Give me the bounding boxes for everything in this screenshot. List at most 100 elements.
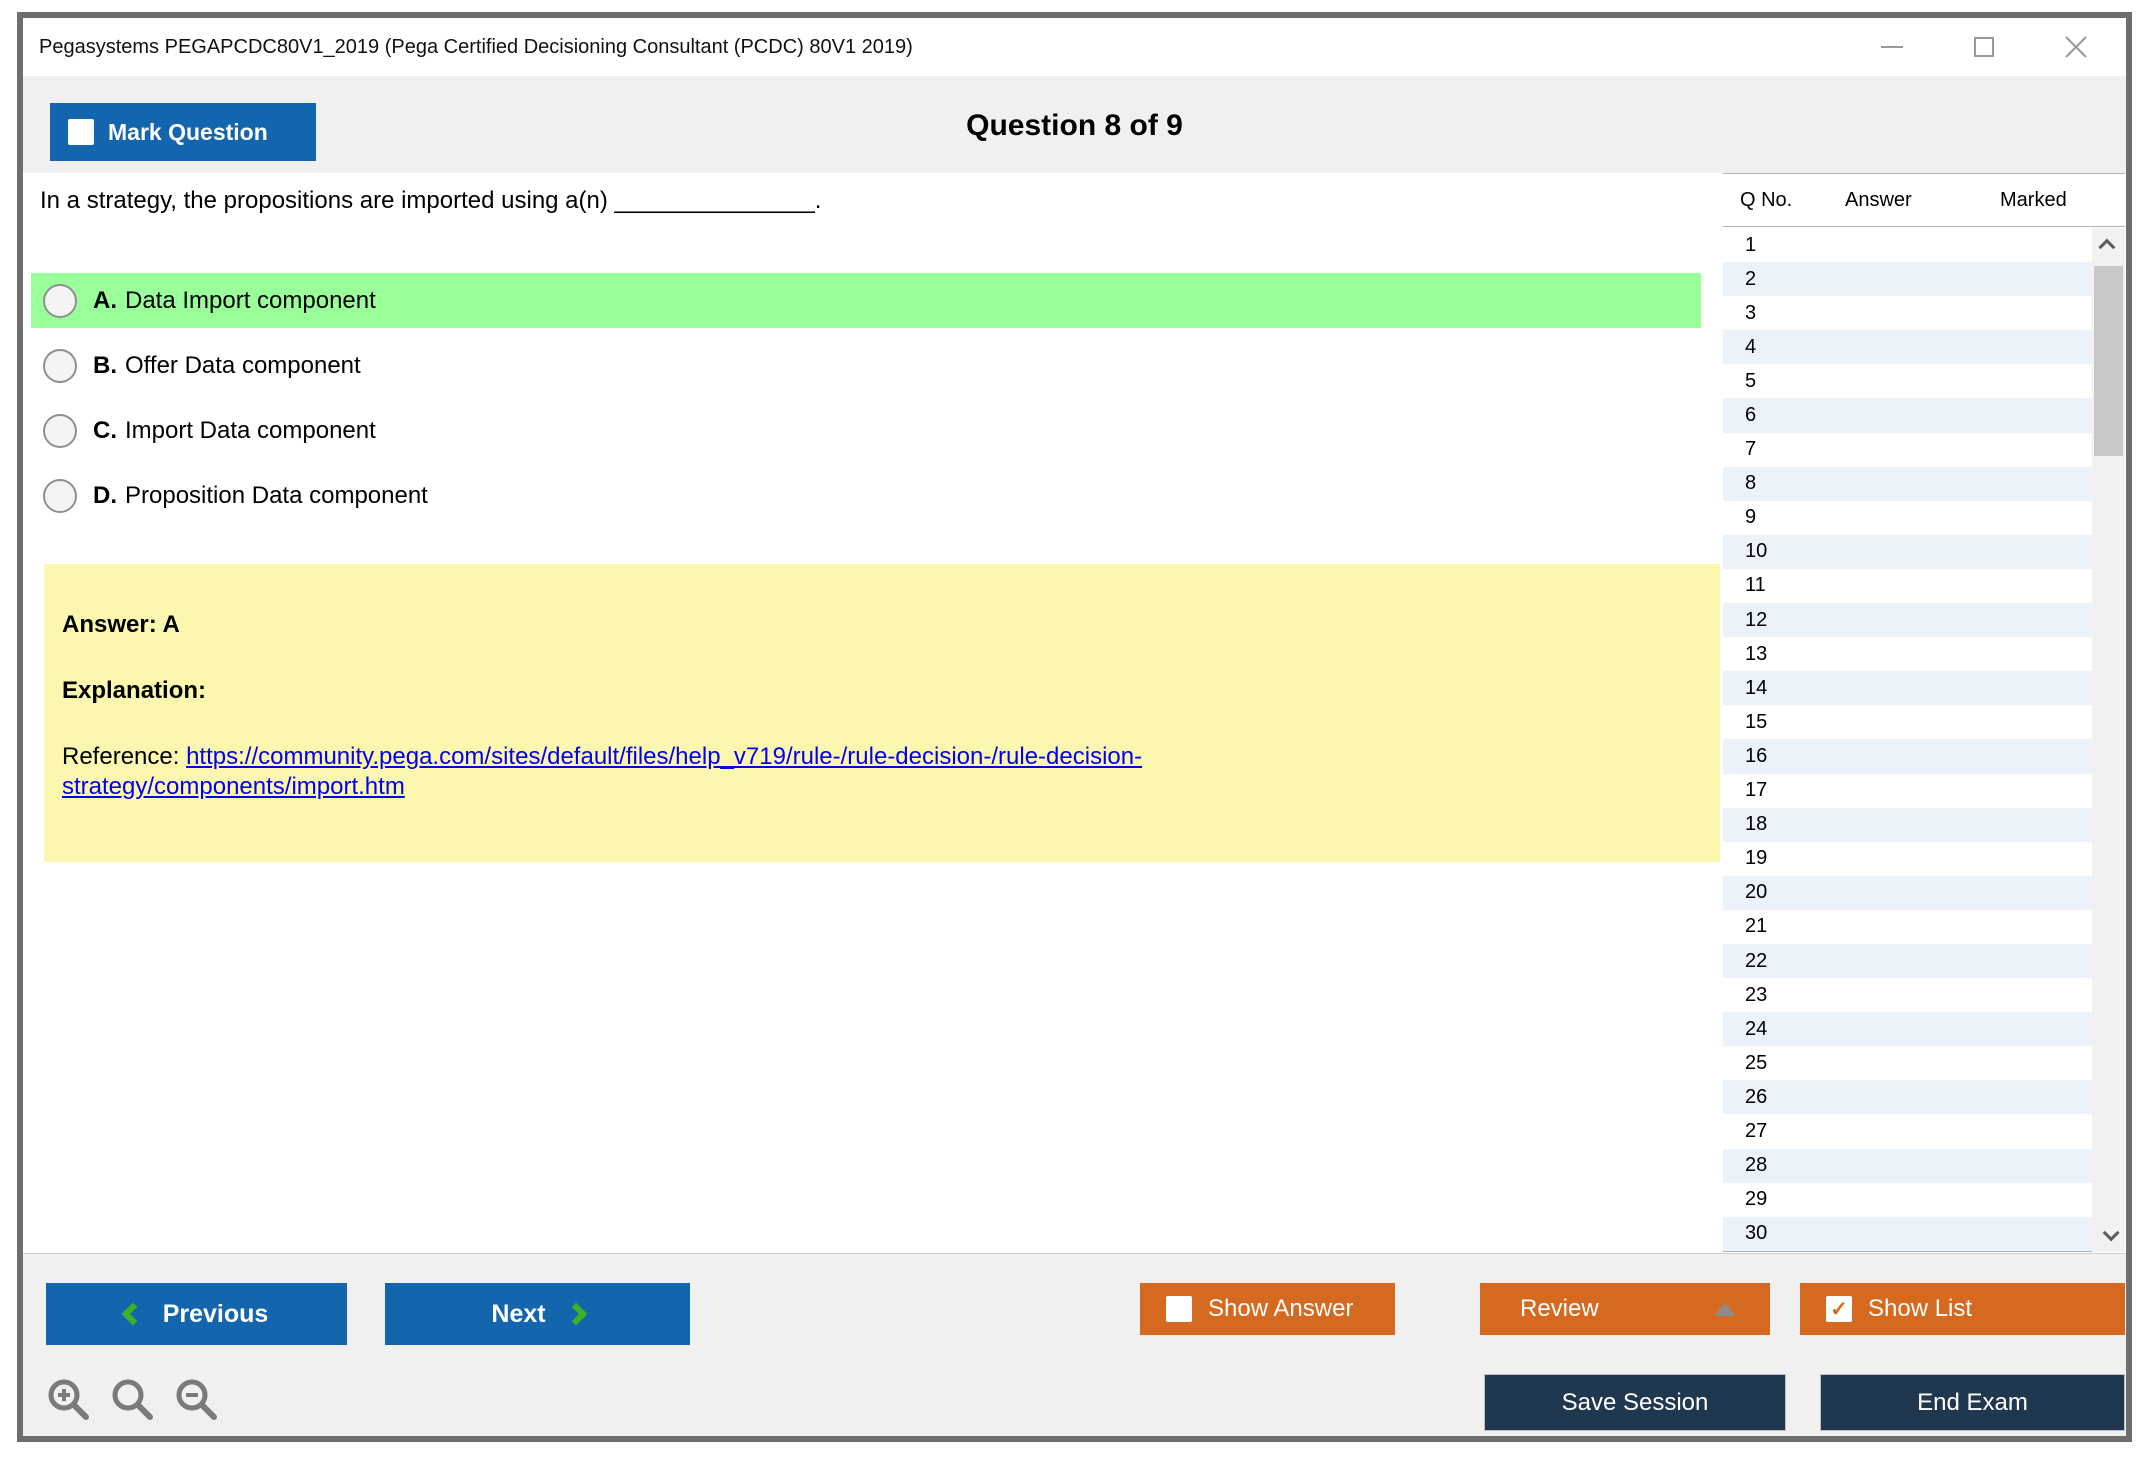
column-header-answer: Answer [1845, 188, 1912, 211]
question-list-row[interactable]: 12 [1723, 603, 2092, 638]
minimize-icon [1881, 46, 1903, 48]
question-list-row[interactable]: 23 [1723, 978, 2092, 1013]
option-text: Data Import component [125, 286, 376, 314]
question-number: 29 [1745, 1188, 1768, 1211]
option-letter: A. [93, 286, 117, 314]
question-list-row[interactable]: 21 [1723, 909, 2092, 944]
question-header-band: Mark Question Question 8 of 9 [23, 76, 2126, 173]
scroll-up-button[interactable] [2092, 228, 2125, 262]
question-list-row[interactable]: 4 [1723, 330, 2092, 365]
question-number: 26 [1745, 1085, 1768, 1108]
chevron-left-icon [121, 1302, 145, 1326]
window-title: Pegasystems PEGAPCDC80V1_2019 (Pega Cert… [39, 35, 913, 58]
column-header-marked: Marked [2000, 188, 2067, 211]
question-list-row[interactable]: 14 [1723, 671, 2092, 706]
answer-option[interactable]: C. Import Data component [31, 403, 1701, 458]
reference-prefix: Reference: [62, 743, 187, 770]
reference-line: Reference: https://community.pega.com/si… [62, 742, 1702, 802]
answer-explanation-panel: Answer: A Explanation: Reference: https:… [44, 564, 1720, 862]
question-list-sidebar: Q No. Answer Marked 1 2 3 4 5 6 7 8 9 10 11 12 13 14 1… [1723, 173, 2125, 1253]
question-list-row[interactable]: 3 [1723, 296, 2092, 331]
options-list: A. Data Import component B. Offer Data comp… [31, 273, 1701, 533]
question-list-row[interactable]: 10 [1723, 534, 2092, 569]
next-button[interactable]: Next [385, 1283, 690, 1345]
question-list-row[interactable]: 15 [1723, 705, 2092, 740]
explanation-label: Explanation: [62, 677, 207, 704]
previous-button[interactable]: Previous [46, 1283, 347, 1345]
option-letter: D. [93, 481, 117, 509]
question-number: 17 [1745, 779, 1768, 802]
zoom-reset-button[interactable] [109, 1376, 157, 1424]
question-list-row[interactable]: 18 [1723, 807, 2092, 842]
question-number: 6 [1745, 404, 1757, 427]
question-list-row[interactable]: 8 [1723, 466, 2092, 501]
question-list-row[interactable]: 16 [1723, 739, 2092, 774]
question-list-row[interactable]: 25 [1723, 1046, 2092, 1081]
reference-link[interactable]: https://community.pega.com/sites/default… [62, 743, 1142, 800]
question-list-row[interactable]: 1 [1723, 228, 2092, 263]
option-text: Proposition Data component [125, 481, 428, 509]
review-button[interactable]: Review [1480, 1283, 1770, 1335]
question-list-row[interactable]: 20 [1723, 875, 2092, 910]
question-number: 5 [1745, 369, 1757, 392]
question-list-row[interactable]: 22 [1723, 943, 2092, 979]
question-text: In a strategy, the propositions are impo… [40, 187, 822, 214]
question-list-row[interactable]: 9 [1723, 500, 2092, 535]
radio-button-icon[interactable] [43, 348, 77, 383]
question-number: 24 [1745, 1017, 1768, 1040]
question-list-row[interactable]: 11 [1723, 568, 2092, 604]
question-list-row[interactable]: 2 [1723, 262, 2092, 297]
triangle-up-icon [1714, 1303, 1736, 1316]
zoom-out-icon [176, 1379, 217, 1420]
scroll-down-button[interactable] [2092, 1218, 2125, 1252]
question-list: 1 2 3 4 5 6 7 8 9 10 11 12 13 14 15 16 17 18 19 20 21 22 23 24 2… [1723, 228, 2092, 1252]
scrollbar-thumb[interactable] [2094, 266, 2123, 456]
question-list-row[interactable]: 29 [1723, 1182, 2092, 1217]
question-number: 11 [1745, 574, 1766, 597]
close-button[interactable] [2062, 33, 2090, 61]
maximize-button[interactable] [1970, 33, 1998, 61]
question-list-row[interactable]: 5 [1723, 364, 2092, 399]
radio-button-icon[interactable] [43, 478, 77, 513]
question-number: 16 [1745, 744, 1768, 767]
minimize-button[interactable] [1878, 33, 1906, 61]
question-list-row[interactable]: 6 [1723, 398, 2092, 433]
show-answer-checkbox-icon [1166, 1296, 1192, 1322]
window-controls [1878, 18, 2090, 76]
question-number: 9 [1745, 506, 1757, 529]
question-list-row[interactable]: 19 [1723, 841, 2092, 876]
question-list-row[interactable]: 30 [1723, 1216, 2092, 1251]
question-number: 7 [1745, 438, 1757, 461]
question-list-row[interactable]: 28 [1723, 1148, 2092, 1183]
answer-label: Answer: A [62, 611, 180, 638]
title-bar: Pegasystems PEGAPCDC80V1_2019 (Pega Cert… [23, 18, 2126, 76]
question-list-row[interactable]: 17 [1723, 773, 2092, 808]
question-number: 10 [1745, 540, 1768, 563]
radio-button-icon[interactable] [43, 283, 77, 318]
question-list-row[interactable]: 26 [1723, 1080, 2092, 1115]
option-text: Offer Data component [125, 351, 361, 379]
zoom-out-button[interactable] [173, 1376, 221, 1424]
radio-button-icon[interactable] [43, 413, 77, 448]
zoom-in-button[interactable] [45, 1376, 93, 1424]
show-list-button[interactable]: ✓ Show List [1800, 1283, 2125, 1335]
question-list-scrollbar[interactable] [2092, 228, 2125, 1252]
question-number: 3 [1745, 301, 1757, 324]
show-answer-button[interactable]: Show Answer [1140, 1283, 1395, 1335]
answer-option[interactable]: A. Data Import component [31, 273, 1701, 328]
chevron-down-icon [2102, 1224, 2120, 1242]
question-number: 23 [1745, 983, 1768, 1006]
question-list-row[interactable]: 27 [1723, 1114, 2092, 1149]
answer-option[interactable]: B. Offer Data component [31, 338, 1701, 393]
question-list-row[interactable]: 13 [1723, 637, 2092, 672]
question-number: 27 [1745, 1119, 1768, 1142]
question-number: 12 [1745, 608, 1768, 631]
answer-option[interactable]: D. Proposition Data component [31, 468, 1701, 523]
question-list-header: Q No. Answer Marked [1723, 174, 2125, 227]
save-session-button[interactable]: Save Session [1484, 1374, 1786, 1431]
end-exam-button[interactable]: End Exam [1820, 1374, 2125, 1431]
question-list-row[interactable]: 7 [1723, 432, 2092, 467]
question-number: 20 [1745, 881, 1768, 904]
show-list-checkbox-icon: ✓ [1826, 1296, 1852, 1322]
question-list-row[interactable]: 24 [1723, 1012, 2092, 1047]
